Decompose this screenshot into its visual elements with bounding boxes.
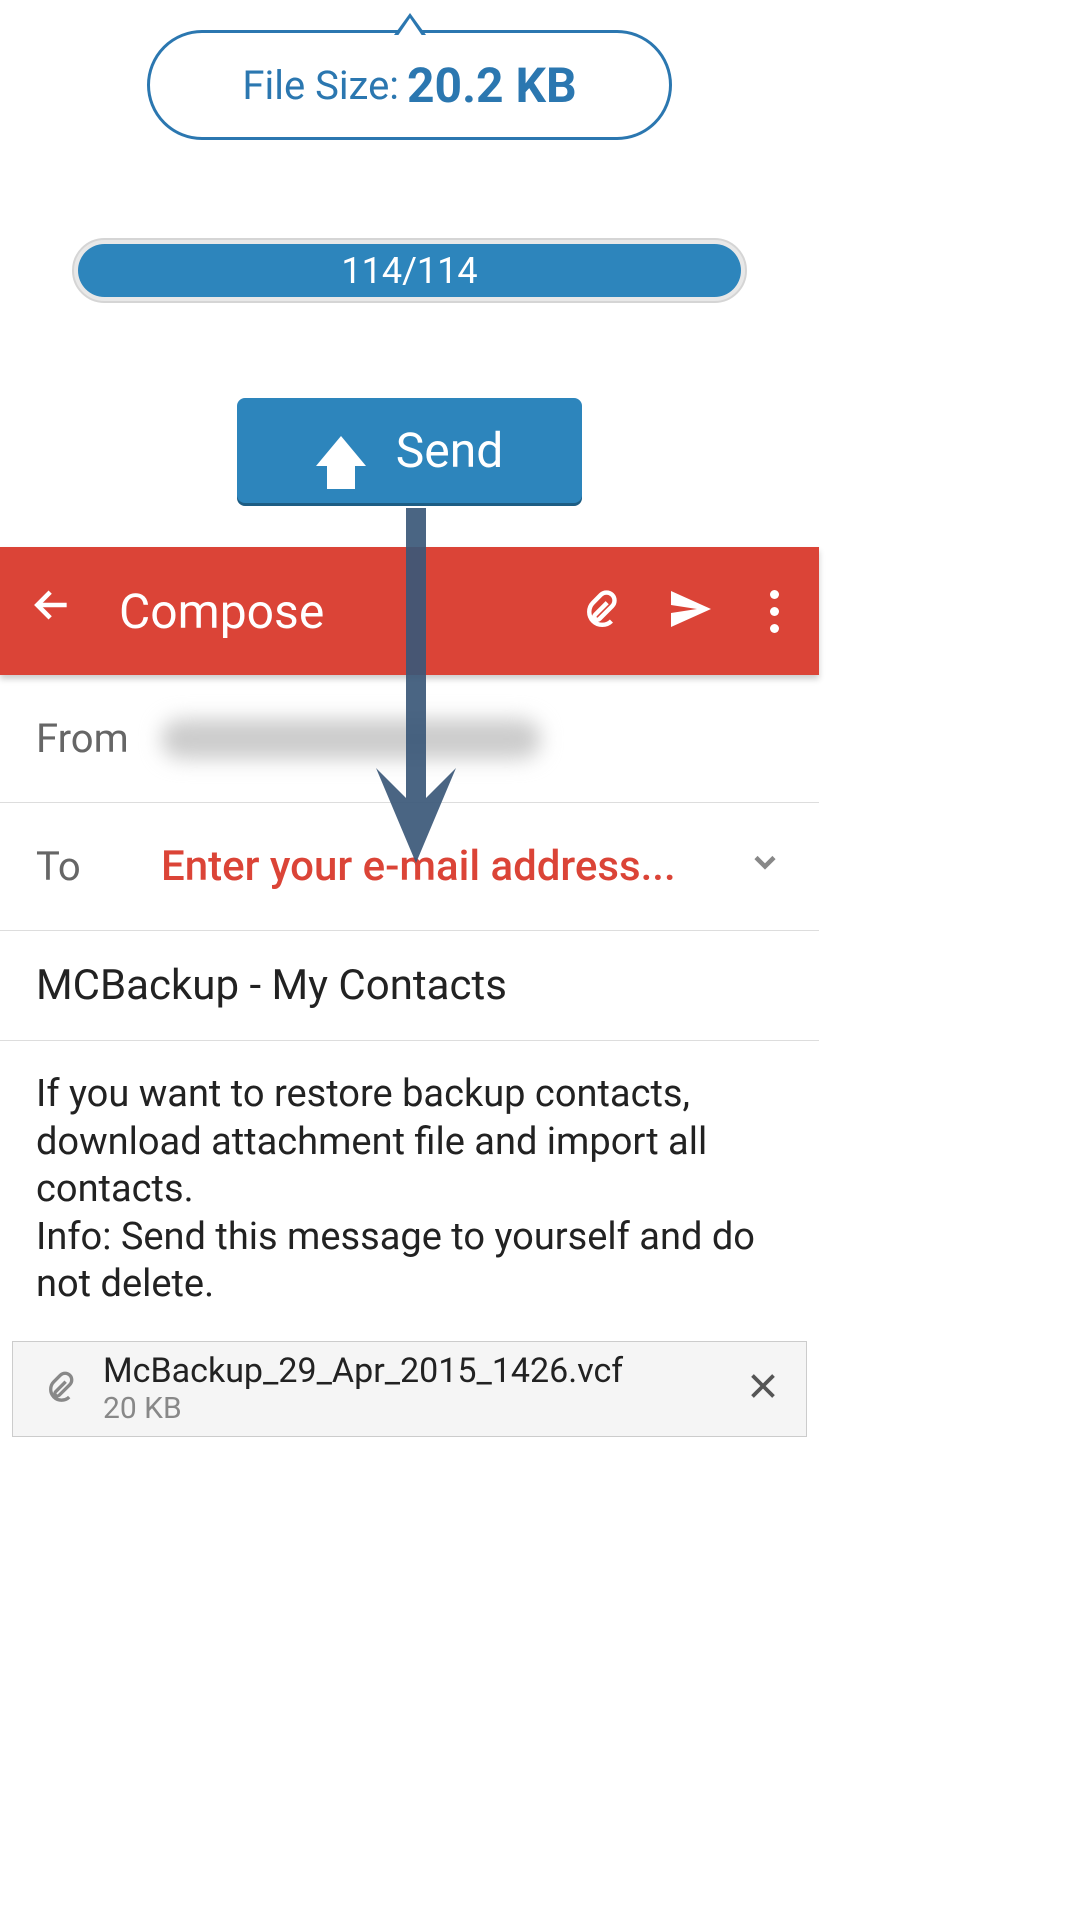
chevron-down-icon[interactable] [747,844,783,889]
progress-text: 114/114 [341,250,477,292]
attachment-name: McBackup_29_Apr_2015_1426.vcf [103,1351,745,1391]
progress-bar: 114/114 [72,238,747,303]
back-icon[interactable] [30,582,74,640]
send-button[interactable]: Send [237,398,582,503]
email-body[interactable]: If you want to restore backup contacts, … [0,1041,819,1329]
to-label: To [36,843,161,890]
from-value-blurred [161,719,541,759]
more-icon[interactable] [760,590,789,633]
attachment-card[interactable]: McBackup_29_Apr_2015_1426.vcf 20 KB [12,1341,807,1437]
upload-icon [316,436,366,466]
tutorial-arrow-icon [366,508,466,872]
send-icon[interactable] [667,585,715,637]
paperclip-icon [38,1367,78,1411]
compose-title: Compose [119,583,529,640]
close-icon[interactable] [745,1363,781,1415]
file-size-value: 20.2 KB [407,57,577,114]
file-size-tooltip: File Size: 20.2 KB [147,30,672,140]
body-text: If you want to restore backup contacts, … [36,1071,783,1309]
send-button-label: Send [396,422,504,479]
subject-field[interactable]: MCBackup - My Contacts [0,931,819,1041]
attachment-size: 20 KB [103,1391,745,1426]
attachment-icon[interactable] [574,585,622,637]
file-size-label: File Size: [242,62,399,109]
from-label: From [36,715,161,762]
subject-text: MCBackup - My Contacts [36,961,507,1010]
